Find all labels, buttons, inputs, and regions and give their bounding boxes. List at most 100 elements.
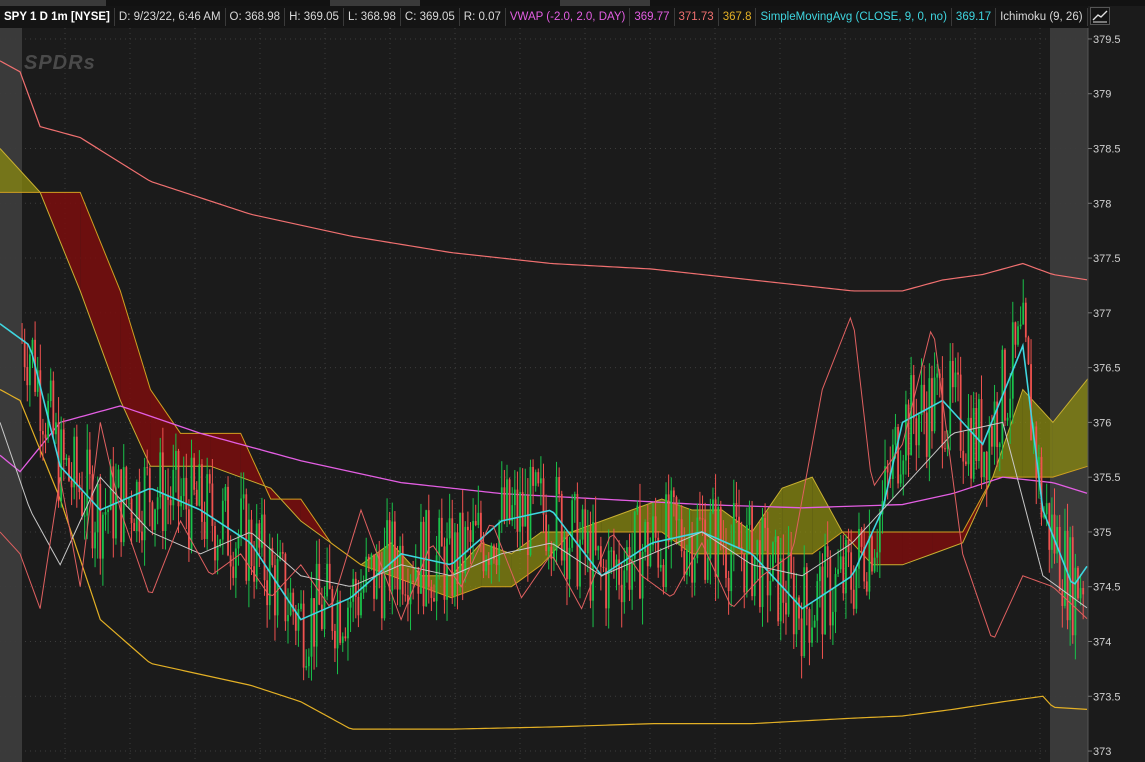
candle-down-body <box>339 600 342 643</box>
candle-up-body <box>878 514 881 553</box>
candle-up-body <box>688 533 691 550</box>
candle-down-body <box>388 520 391 591</box>
candle-up-body <box>500 487 503 522</box>
candle-up-body <box>732 502 735 547</box>
candle-up-body <box>268 548 271 606</box>
candle-down-body <box>357 596 360 616</box>
candle-down-body <box>188 509 190 550</box>
candle-up-body <box>409 580 412 605</box>
candle-down-body <box>42 431 44 435</box>
candle-down-body <box>281 552 284 554</box>
candle-up-body <box>555 477 558 551</box>
spdr-watermark: SPDRs <box>24 52 96 74</box>
candle-down-body <box>245 494 248 581</box>
candle-up-body <box>949 360 952 434</box>
candle-up-body <box>873 557 876 572</box>
candle-down-body <box>758 540 761 608</box>
candle-up-body <box>1011 322 1014 399</box>
candle-up-body <box>573 493 576 501</box>
ichimoku-study-label[interactable]: Ichimoku (9, 26) <box>996 8 1088 26</box>
vwap-study-label[interactable]: VWAP (-2.0, 2.0, DAY) <box>506 8 631 26</box>
candle-up-body <box>128 498 130 500</box>
price-tick-label: 378.5 <box>1093 144 1121 156</box>
candle-down-body <box>602 566 605 568</box>
candle-up-body <box>534 472 537 486</box>
candle-up-body <box>563 536 566 561</box>
candle-up-body <box>143 467 146 541</box>
candle-down-body <box>792 572 795 635</box>
candle-up-body <box>918 414 920 446</box>
candle-up-body <box>360 592 362 616</box>
price-chart[interactable]: 379.5 379 378.5 378 377.5 377 376.5 376 375.5 375… <box>0 28 1145 762</box>
candle-up-body <box>586 531 589 554</box>
candle-down-body <box>417 567 420 594</box>
candle-down-body <box>334 630 336 649</box>
candle-up-body <box>1022 302 1025 325</box>
candle-down-body <box>777 536 780 622</box>
candle-up-body <box>920 384 923 415</box>
candle-up-body <box>164 494 167 531</box>
symbol-label[interactable]: SPY 1 D 1m [NYSE] <box>0 8 115 26</box>
candle-down-body <box>487 559 490 565</box>
candle-down-body <box>331 589 334 631</box>
candle-up-body <box>607 550 610 609</box>
candle-down-body <box>576 493 579 587</box>
candle-up-body <box>954 372 957 388</box>
candle-down-body <box>545 514 548 552</box>
candle-down-body <box>151 502 154 531</box>
candle-down-body <box>766 527 769 596</box>
candle-down-body <box>81 492 83 517</box>
candle-up-body <box>135 481 138 532</box>
candle-down-body <box>258 523 261 548</box>
candle-down-body <box>985 451 988 481</box>
candle-up-body <box>216 545 219 561</box>
candle-down-body <box>146 467 149 469</box>
candle-down-body <box>451 518 454 596</box>
candle-up-body <box>490 545 493 565</box>
candle-up-body <box>623 570 626 603</box>
candle-down-body <box>923 384 926 413</box>
candle-up-body <box>438 517 441 556</box>
candle-down-body <box>1024 302 1027 338</box>
candle-down-body <box>599 546 602 567</box>
candle-up-body <box>1074 567 1077 636</box>
candle-up-body <box>513 489 516 506</box>
candle-down-body <box>412 580 415 583</box>
candle-up-body <box>659 564 662 568</box>
candle-down-body <box>865 581 868 592</box>
candle-up-body <box>592 522 594 601</box>
candle-down-body <box>508 479 511 521</box>
candle-up-body <box>972 408 975 479</box>
candle-down-body <box>915 418 918 446</box>
candle-down-body <box>662 564 665 588</box>
candle-down-body <box>443 546 446 600</box>
price-tick-label: 375.5 <box>1093 472 1121 484</box>
candle-up-body <box>198 464 201 506</box>
candle-up-body <box>174 450 177 470</box>
candle-up-body <box>568 547 571 580</box>
candle-up-body <box>967 417 970 465</box>
candle-up-body <box>693 558 696 583</box>
candle-up-body <box>383 548 386 619</box>
candle-up-body <box>326 563 329 597</box>
candle-up-body <box>101 514 104 559</box>
drawing-tool-icon[interactable] <box>1090 7 1110 25</box>
candle-up-body <box>597 546 600 551</box>
candle-up-body <box>547 546 550 552</box>
candle-down-body <box>931 378 933 432</box>
candle-down-body <box>566 536 568 580</box>
bar-date: D: 9/23/22, 6:46 AM <box>115 8 226 26</box>
candle-up-body <box>670 490 673 542</box>
candle-down-body <box>328 563 331 590</box>
price-axis[interactable] <box>1088 28 1145 762</box>
candle-down-body <box>133 522 136 532</box>
sma-study-label[interactable]: SimpleMovingAvg (CLOSE, 9, 0, no) <box>756 8 952 26</box>
candle-up-body <box>868 536 871 592</box>
price-tick-label: 374.5 <box>1093 582 1121 594</box>
candle-down-body <box>691 533 694 583</box>
candle-down-body <box>88 449 91 475</box>
candle-down-body <box>302 603 305 668</box>
high-value: H: 369.05 <box>285 8 344 26</box>
candle-up-body <box>247 519 250 581</box>
candle-down-body <box>782 558 785 603</box>
